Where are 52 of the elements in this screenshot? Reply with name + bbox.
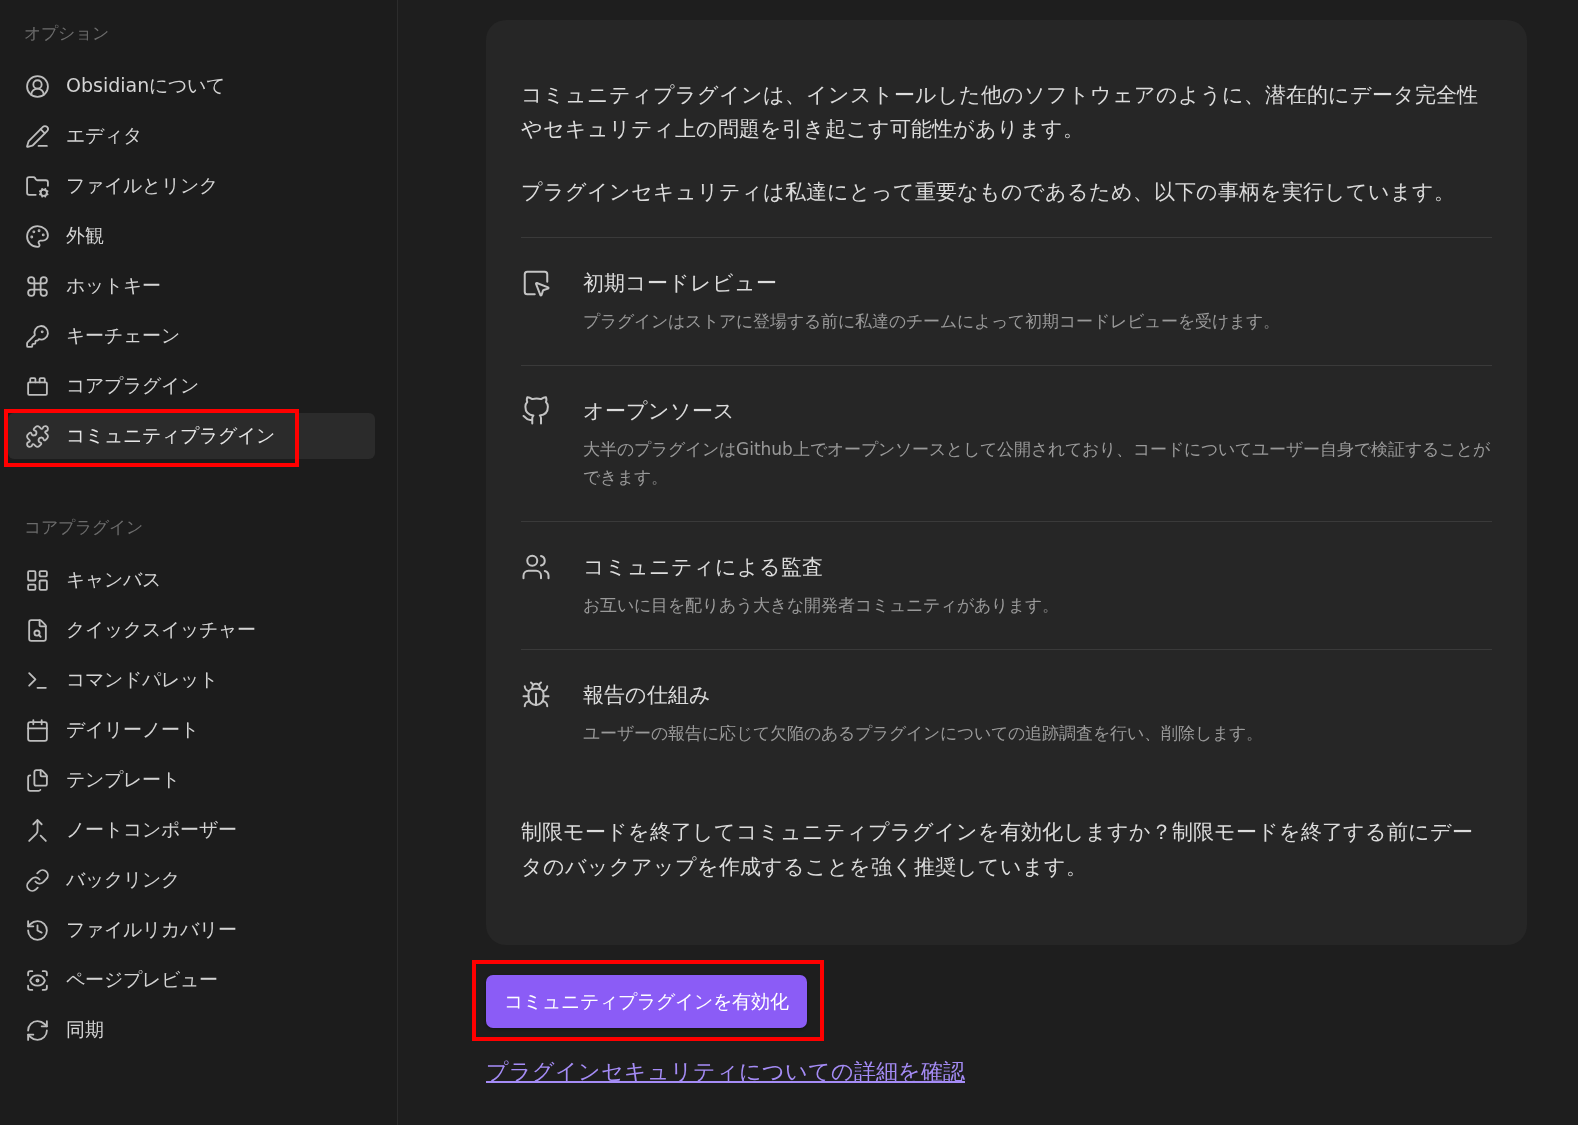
sidebar-item[interactable]: キーチェーン: [8, 313, 375, 359]
sidebar-item[interactable]: 同期: [8, 1007, 375, 1053]
puzzle-icon: [25, 423, 50, 449]
cat-icon: [521, 396, 551, 426]
section-heading: オプション: [23, 22, 110, 45]
files-icon: [25, 767, 50, 793]
command-key-icon: [25, 273, 50, 299]
section-heading: コアプラグイン: [23, 516, 144, 539]
enable-button[interactable]: コミュニティプラグインを有効化: [486, 975, 807, 1028]
scan-eye-icon: [25, 967, 50, 993]
measure-title: 報告の仕組み: [583, 682, 712, 709]
circle-user-icon: [25, 73, 50, 99]
sidebar-item[interactable]: ページプレビュー: [8, 957, 375, 1003]
sidebar-item[interactable]: ホットキー: [8, 263, 375, 309]
bug-icon: [521, 680, 551, 710]
grid-icon: [25, 567, 50, 593]
measure-description: ユーザーの報告に応じて欠陥のあるプラグインについての追跡調査を行い、削除します。: [583, 722, 1264, 745]
merge-arrow-icon: [25, 817, 50, 843]
sidebar-item[interactable]: エディタ: [8, 113, 375, 159]
sidebar-item[interactable]: ファイルとリンク: [8, 163, 375, 209]
sidebar-item[interactable]: デイリーノート: [8, 707, 375, 753]
calendar-icon: [25, 717, 50, 743]
history-icon: [25, 917, 50, 943]
palette-icon: [25, 223, 50, 249]
sidebar-item[interactable]: Obsidianについて: [8, 63, 375, 109]
measure-title: 初期コードレビュー: [583, 270, 778, 297]
sidebar-item[interactable]: キャンバス: [8, 557, 375, 603]
measure-title: オープンソース: [583, 398, 736, 425]
sidebar-item[interactable]: 外観: [8, 213, 375, 259]
sidebar-item[interactable]: クイックスイッチャー: [8, 607, 375, 653]
sidebar-item[interactable]: ノートコンポーザー: [8, 807, 375, 853]
users-icon: [521, 552, 551, 582]
sidebar-item[interactable]: バックリンク: [8, 857, 375, 903]
link-icon: [25, 867, 50, 893]
learn-more-link[interactable]: プラグインセキュリティについての詳細を確認: [486, 1056, 965, 1088]
sidebar-item[interactable]: コマンドパレット: [8, 657, 375, 703]
square-pointer-icon: [521, 268, 551, 298]
sidebar-item[interactable]: ファイルリカバリー: [8, 907, 375, 953]
refresh-icon: [25, 1017, 50, 1043]
notice-text: 制限モードを終了してコミュニティプラグインを有効化しますか？制限モードを終了する前にデータのバックアップを作成することを強く推奨しています。: [521, 819, 1474, 881]
measure-description: プラグインはストアに登場する前に私達のチームによって初期コードレビューを受けます。: [583, 310, 1281, 333]
pencil-icon: [25, 123, 50, 149]
key-icon: [25, 323, 50, 349]
measure-description: お互いに目を配りあう大きな開発者コミュニティがあります。: [583, 594, 1060, 617]
file-search-icon: [25, 617, 50, 643]
measure-description: 大半のプラグインはGithub上でオープンソースとして公開されており、コードについてユーザー自身で検証することができます。: [583, 438, 1491, 489]
measure-title: コミュニティによる監査: [583, 554, 824, 581]
folder-gear-icon: [25, 173, 50, 199]
notice-text: コミュニティプラグインは、インストールした他のソフトウェアのように、潜在的にデータ完全性やセキュリティ上の問題を引き起こす可能性があります。: [521, 82, 1479, 143]
sidebar-item[interactable]: コアプラグイン: [8, 363, 375, 409]
notice-text: プラグインセキュリティは私達にとって重要なものであるため、以下の事柄を実行しています。: [521, 179, 1456, 206]
sidebar-item[interactable]: テンプレート: [8, 757, 375, 803]
